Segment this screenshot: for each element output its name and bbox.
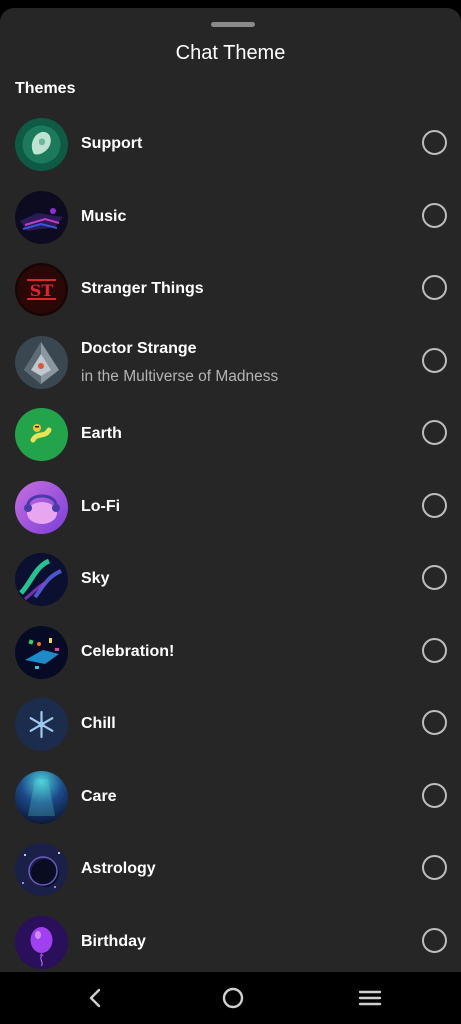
home-icon[interactable] (220, 985, 246, 1011)
theme-row-birthday[interactable]: Birthday (0, 906, 461, 973)
theme-name: Support (81, 135, 143, 152)
radio-button[interactable] (422, 855, 447, 880)
theme-row-chill[interactable]: Chill (0, 688, 461, 761)
radio-button[interactable] (422, 275, 447, 300)
birthday-theme-icon (15, 915, 68, 969)
radio-button[interactable] (422, 130, 447, 155)
earth-theme-icon (15, 408, 68, 461)
radio-button[interactable] (422, 202, 447, 228)
sheet-title: Chat Theme (175, 42, 286, 64)
doctor-strange-theme-icon (15, 335, 68, 389)
drag-handle[interactable] (211, 22, 255, 27)
chat-theme-sheet: Chat Theme Themes Support Music ST Stran… (0, 8, 461, 972)
system-nav-bar (0, 972, 461, 1024)
recents-icon[interactable] (357, 985, 383, 1011)
lofi-theme-icon (15, 480, 68, 534)
radio-button[interactable] (422, 782, 447, 808)
radio-button[interactable] (422, 492, 447, 518)
theme-row-doctor-strange[interactable]: Doctor Strange in the Multiverse of Madn… (0, 326, 461, 399)
theme-name: Birthday (81, 932, 146, 950)
radio-button[interactable] (422, 565, 447, 590)
theme-name: Chill (81, 715, 116, 732)
theme-name: Sky (81, 570, 110, 587)
theme-name: Earth (81, 425, 122, 442)
stranger-things-theme-icon: ST (15, 263, 68, 316)
astrology-theme-icon (15, 843, 68, 896)
theme-row-stranger-things[interactable]: ST Stranger Things (0, 253, 461, 326)
theme-name: Care (81, 787, 117, 805)
music-theme-icon (15, 190, 68, 244)
theme-name: Music (81, 207, 127, 225)
theme-row-care[interactable]: Care (0, 761, 461, 834)
theme-name: Celebration! (81, 642, 175, 660)
theme-row-support[interactable]: Support (0, 108, 461, 181)
sky-theme-icon (15, 553, 68, 606)
theme-row-celebration[interactable]: Celebration! (0, 616, 461, 689)
theme-row-music[interactable]: Music (0, 181, 461, 254)
theme-row-earth[interactable]: Earth (0, 398, 461, 471)
theme-name: Lo-Fi (81, 497, 121, 515)
chill-theme-icon (15, 698, 68, 751)
radio-button[interactable] (422, 637, 447, 663)
care-theme-icon (15, 770, 68, 824)
theme-list: Support Music ST Stranger Things Doctor … (0, 108, 461, 972)
radio-button[interactable] (422, 927, 447, 953)
theme-row-lofi[interactable]: Lo-Fi (0, 471, 461, 544)
theme-name: Stranger Things (81, 280, 204, 297)
svg-text:ST: ST (30, 281, 54, 300)
support-theme-icon (15, 118, 68, 171)
radio-button[interactable] (422, 710, 447, 735)
theme-name: Astrology (81, 860, 156, 877)
section-label: Themes (15, 80, 76, 97)
radio-button[interactable] (422, 420, 447, 445)
theme-row-astrology[interactable]: Astrology (0, 833, 461, 906)
theme-subtitle: in the Multiverse of Madness (81, 367, 279, 385)
back-icon[interactable] (83, 985, 109, 1011)
theme-row-sky[interactable]: Sky (0, 543, 461, 616)
theme-name: Doctor Strange (81, 339, 197, 357)
radio-button[interactable] (422, 347, 447, 373)
celebration-theme-icon (15, 625, 68, 679)
